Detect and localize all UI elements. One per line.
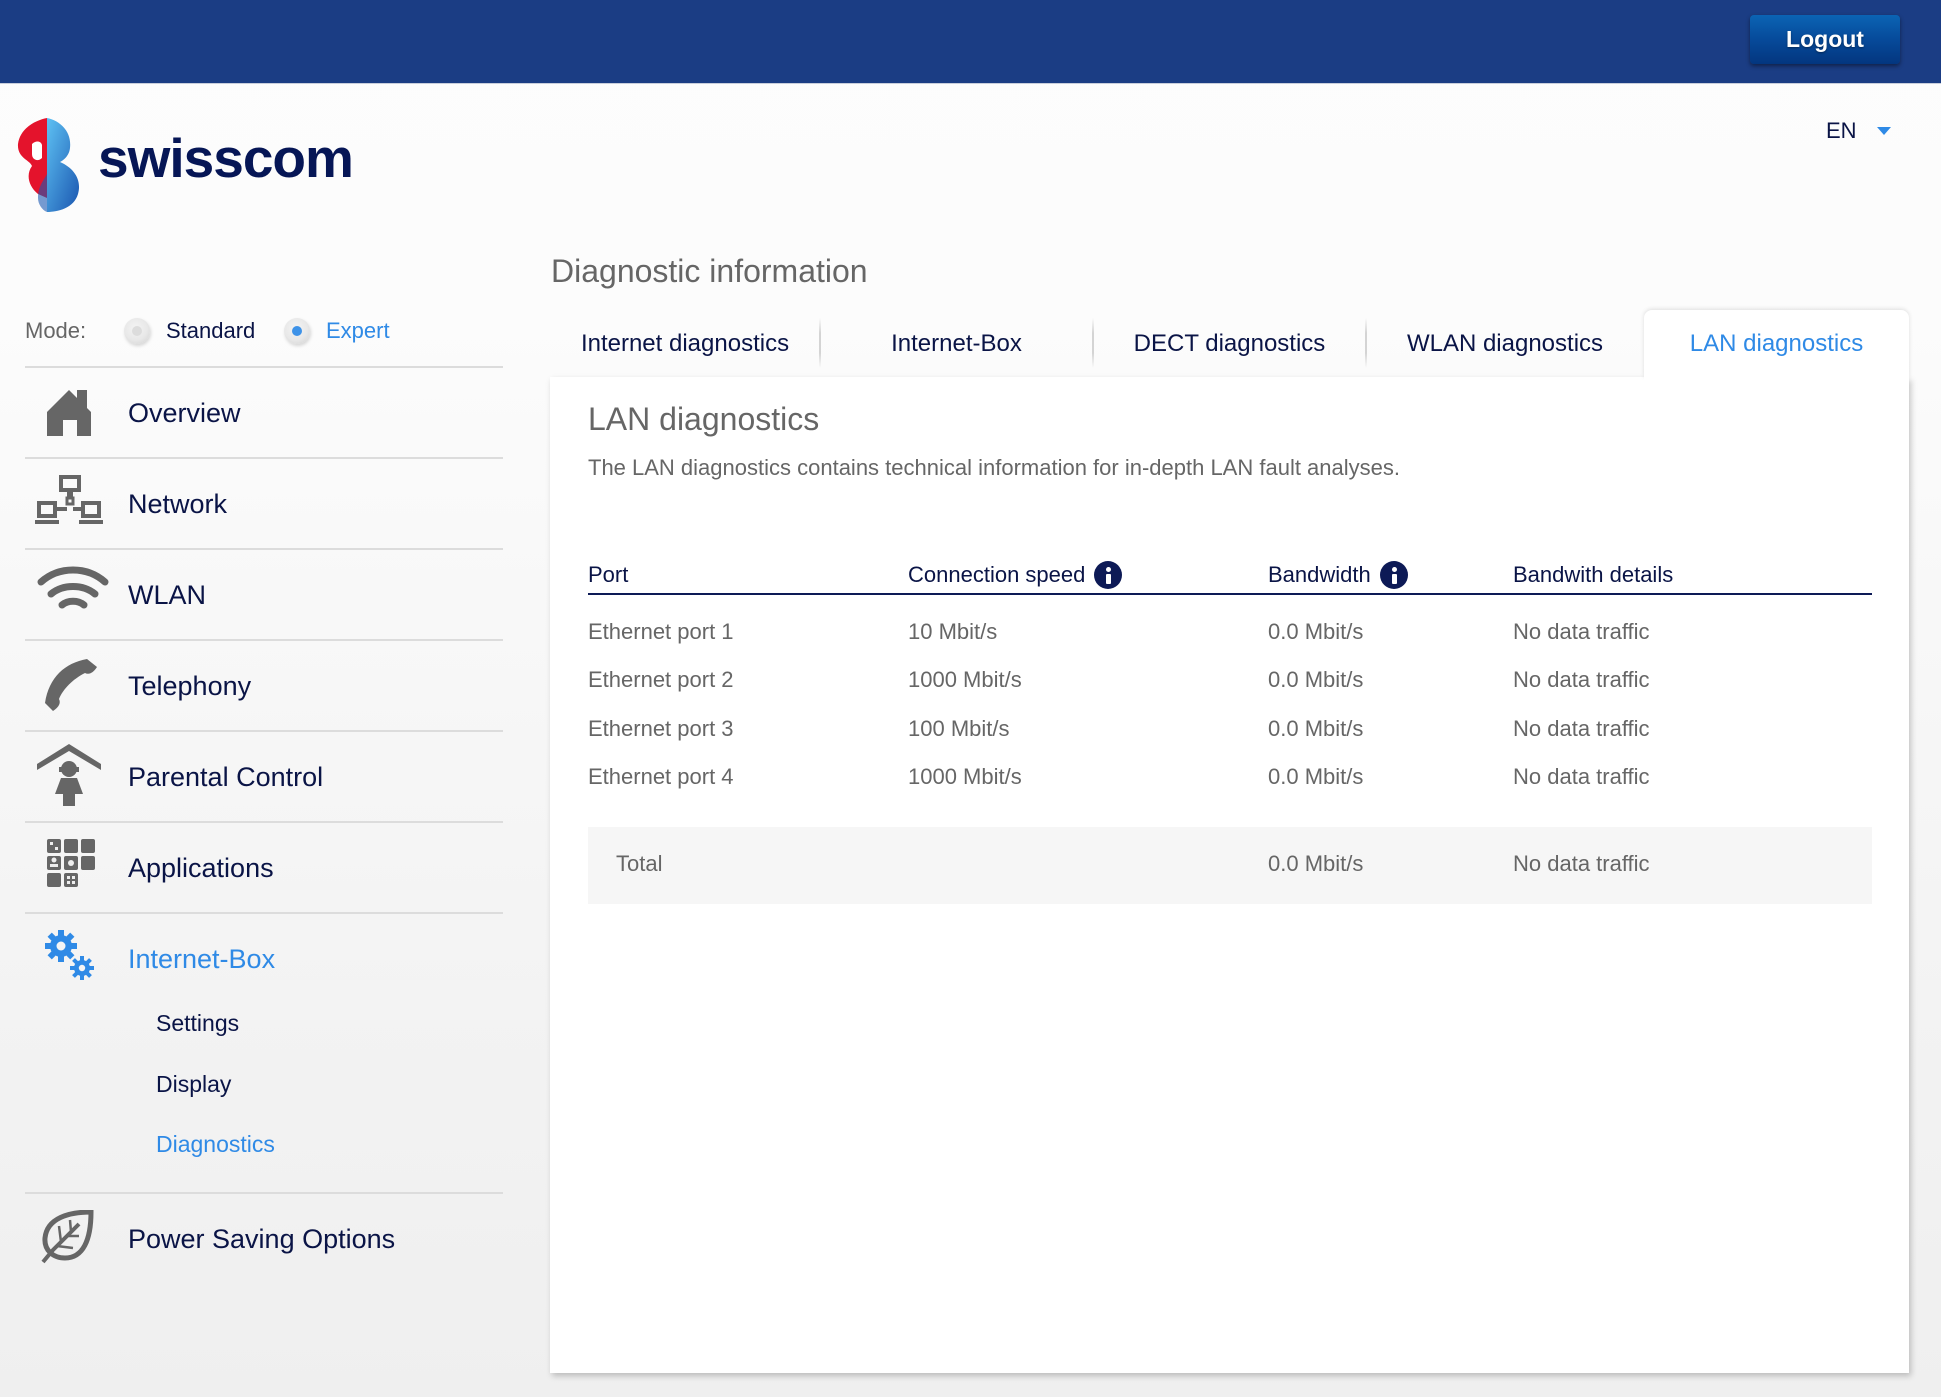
section-title: LAN diagnostics bbox=[588, 401, 820, 437]
sidebar-item-power-saving[interactable]: Power Saving Options bbox=[25, 1194, 503, 1284]
sidebar-item-label: WLAN bbox=[128, 580, 207, 610]
sidebar-item-label: Network bbox=[128, 489, 228, 519]
sidebar-item-network[interactable]: Network bbox=[25, 459, 503, 549]
cell-connection-speed: 100 Mbit/s bbox=[908, 716, 1010, 741]
home-icon bbox=[47, 390, 91, 436]
cell-port: Ethernet port 3 bbox=[588, 716, 734, 741]
gears-icon bbox=[45, 930, 94, 980]
language-value: EN bbox=[1826, 118, 1857, 143]
header-label: Bandwidth bbox=[1268, 562, 1371, 587]
tab-wlan-diagnostics[interactable]: WLAN diagnostics bbox=[1367, 310, 1643, 378]
cell-port: Ethernet port 2 bbox=[588, 667, 734, 692]
cell-bandwidth-details: No data traffic bbox=[1513, 716, 1650, 741]
sidebar-subitem-settings[interactable]: Settings bbox=[156, 1007, 239, 1039]
mode-label: Mode: bbox=[25, 318, 87, 343]
radio-dot bbox=[292, 326, 302, 336]
cell-connection-speed: 10 Mbit/s bbox=[908, 619, 998, 644]
column-header-bandwidth-details: Bandwith details bbox=[1513, 560, 1673, 590]
info-icon[interactable] bbox=[1094, 561, 1123, 589]
total-row bbox=[588, 827, 1872, 904]
cell-bandwidth: 0.0 Mbit/s bbox=[1268, 716, 1364, 741]
parental-control-icon bbox=[37, 744, 101, 806]
active-tab-connector bbox=[1644, 370, 1909, 382]
header-label: Port bbox=[588, 562, 629, 587]
leaf-icon bbox=[41, 1210, 94, 1264]
info-icon[interactable] bbox=[1379, 561, 1408, 589]
sidebar-item-internet-box[interactable]: Internet-Box bbox=[25, 914, 503, 1004]
sidebar-item-overview[interactable]: Overview bbox=[25, 368, 503, 458]
sidebar-item-label: Parental Control bbox=[128, 762, 324, 792]
chevron-down-icon[interactable] bbox=[1877, 127, 1891, 135]
tab-dect-diagnostics[interactable]: DECT diagnostics bbox=[1094, 310, 1365, 378]
total-bandwidth: 0.0 Mbit/s bbox=[1268, 851, 1364, 876]
wifi-icon bbox=[37, 566, 109, 609]
cell-bandwidth: 0.0 Mbit/s bbox=[1268, 764, 1364, 789]
tab-internet-diagnostics[interactable]: Internet diagnostics bbox=[551, 310, 819, 378]
mode-standard-radio[interactable] bbox=[124, 318, 150, 344]
logout-button[interactable]: Logout bbox=[1750, 15, 1900, 64]
mode-expert-label[interactable]: Expert bbox=[326, 316, 390, 346]
cell-bandwidth-details: No data traffic bbox=[1513, 667, 1650, 692]
sidebar-item-parental-control[interactable]: Parental Control bbox=[25, 732, 503, 822]
sidebar-item-label: Telephony bbox=[128, 671, 252, 701]
sidebar-subitem-diagnostics[interactable]: Diagnostics bbox=[156, 1128, 275, 1160]
cell-bandwidth: 0.0 Mbit/s bbox=[1268, 667, 1364, 692]
section-description: The LAN diagnostics contains technical i… bbox=[588, 455, 1400, 480]
logo-text: swisscom bbox=[98, 127, 354, 189]
sidebar-item-label: Power Saving Options bbox=[128, 1224, 396, 1254]
apps-grid-icon bbox=[47, 839, 95, 887]
network-icon bbox=[35, 475, 103, 524]
sidebar-item-label: Internet-Box bbox=[128, 944, 276, 974]
total-label: Total bbox=[616, 851, 663, 876]
cell-connection-speed: 1000 Mbit/s bbox=[908, 764, 1022, 789]
radio-dot bbox=[132, 326, 142, 336]
sidebar-item-label: Applications bbox=[128, 853, 274, 883]
sidebar-item-label: Overview bbox=[128, 398, 241, 428]
cell-port: Ethernet port 4 bbox=[588, 764, 734, 789]
cell-bandwidth-details: No data traffic bbox=[1513, 764, 1650, 789]
cell-port: Ethernet port 1 bbox=[588, 619, 734, 644]
sidebar-item-wlan[interactable]: WLAN bbox=[25, 550, 503, 640]
total-bandwidth-details: No data traffic bbox=[1513, 851, 1650, 876]
tab-lan-diagnostics[interactable]: LAN diagnostics bbox=[1644, 310, 1909, 378]
tab-internet-box[interactable]: Internet-Box bbox=[821, 310, 1092, 378]
sidebar-item-telephony[interactable]: Telephony bbox=[25, 641, 503, 731]
column-header-port: Port bbox=[588, 560, 628, 590]
mode-expert-radio[interactable] bbox=[284, 318, 310, 344]
sidebar-subitem-display[interactable]: Display bbox=[156, 1068, 231, 1100]
column-header-bandwidth: Bandwidth bbox=[1268, 560, 1408, 590]
cell-bandwidth: 0.0 Mbit/s bbox=[1268, 619, 1364, 644]
sidebar-item-applications[interactable]: Applications bbox=[25, 823, 503, 913]
column-header-connection-speed: Connection speed bbox=[908, 560, 1123, 590]
top-bar: Logout bbox=[0, 0, 1941, 84]
table-header-divider bbox=[588, 593, 1872, 595]
language-selector[interactable]: EN bbox=[1826, 116, 1857, 146]
cell-bandwidth-details: No data traffic bbox=[1513, 619, 1650, 644]
page-title: Diagnostic information bbox=[551, 253, 868, 289]
mode-standard-label[interactable]: Standard bbox=[166, 316, 255, 346]
header-label: Bandwith details bbox=[1513, 562, 1674, 587]
phone-icon bbox=[45, 659, 97, 711]
header-label: Connection speed bbox=[908, 562, 1086, 587]
cell-connection-speed: 1000 Mbit/s bbox=[908, 667, 1022, 692]
